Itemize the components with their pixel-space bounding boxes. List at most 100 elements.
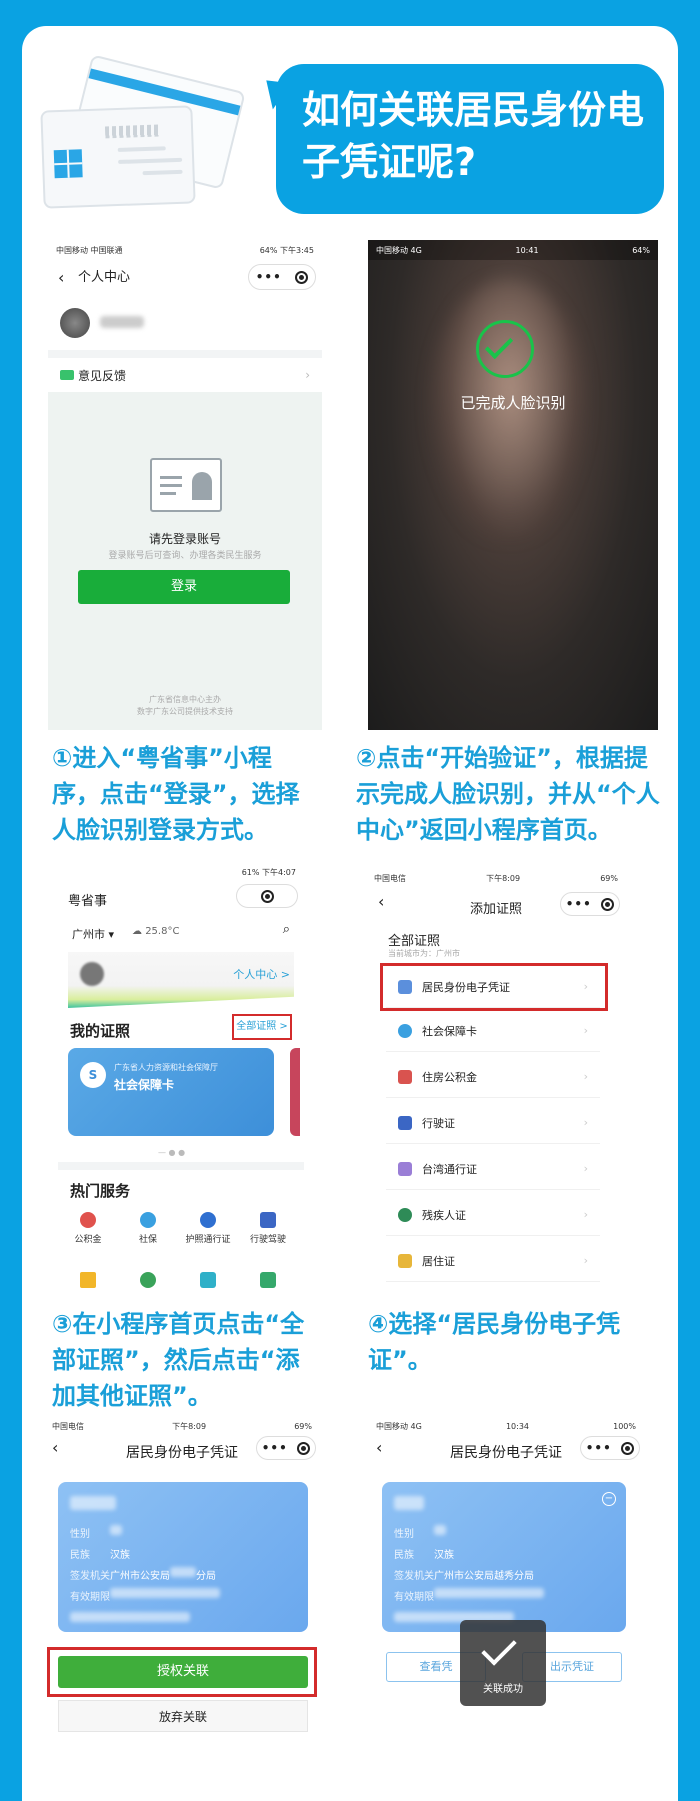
more-icon[interactable]: ••• (256, 270, 282, 284)
check-icon (481, 1630, 517, 1666)
valid-label: 有效期限 (70, 1592, 110, 1603)
status-battery-time: 64% 下午3:45 (259, 245, 314, 255)
cert-label: 台湾通行证 (422, 1162, 477, 1176)
close-mini-program-icon[interactable] (297, 1441, 311, 1455)
status-battery: 69% (294, 1421, 312, 1431)
authority-value: 广州市公安局 (110, 1571, 170, 1582)
service-icon-partial (80, 1272, 96, 1288)
social-security-card[interactable]: S 广东省人力资源和社会保障厅 社会保障卡 (68, 1048, 274, 1136)
hot-services-heading: 热门服务 (70, 1182, 131, 1200)
chevron-right-icon: › (583, 1116, 588, 1129)
screenshot-face-recognition: 中国移动 4G 10:41 64% 已完成人脸识别 (368, 240, 658, 730)
success-toast: 关联成功 (460, 1620, 546, 1706)
chevron-right-icon: › (583, 1208, 588, 1221)
more-icon[interactable]: ••• (586, 1441, 612, 1455)
status-carrier: 中国电信 (52, 1421, 84, 1431)
mini-program-capsule[interactable]: ••• (236, 884, 298, 908)
gender-label: 性别 (394, 1529, 414, 1540)
service-driving[interactable]: 行驶驾驶 (238, 1212, 298, 1245)
card-emblem-icon (53, 149, 83, 179)
cert-label: 社会保障卡 (422, 1024, 477, 1038)
service-icon-partial (260, 1272, 276, 1288)
next-card-preview[interactable] (290, 1048, 300, 1136)
status-battery: 69% (600, 873, 618, 883)
ethnicity-value: 汉族 (434, 1550, 454, 1561)
authority-label: 签发机关 (394, 1571, 434, 1582)
status-carrier: 中国移动 4G (376, 245, 422, 255)
cert-label: 居住证 (422, 1254, 455, 1268)
building-icon (398, 1253, 412, 1268)
feedback-label: 意见反馈 (78, 368, 127, 383)
cert-item-disability[interactable]: 残疾人证 › (386, 1194, 600, 1236)
avatar (60, 308, 90, 338)
status-carrier: 中国移动 中国联通 (56, 245, 123, 255)
status-time: 10:34 (505, 1421, 530, 1431)
step4-caption: ④选择“居民身份电子凭证”。 (368, 1310, 621, 1374)
cert-label: 残疾人证 (422, 1208, 466, 1222)
footer-organizer: 广东省信息中心主办 (149, 695, 221, 704)
close-mini-program-icon[interactable] (260, 889, 274, 903)
disability-icon (398, 1207, 412, 1222)
service-icon-partial (200, 1272, 216, 1288)
ethnicity-label: 民族 (394, 1550, 414, 1561)
more-icon[interactable]: ••• (566, 897, 592, 911)
close-mini-program-icon[interactable] (295, 270, 309, 284)
id-credential-card: 性别 民族 汉族 签发机关 广州市公安局 分局 有效期限 (58, 1482, 308, 1632)
collapse-icon[interactable]: − (602, 1492, 616, 1506)
username-blurred (100, 316, 144, 328)
chevron-right-icon: › (583, 1070, 588, 1083)
avatar (80, 962, 104, 986)
feedback-icon (60, 370, 74, 380)
service-icon-partial (140, 1272, 156, 1288)
authority-value: 广州市公安局越秀分局 (434, 1571, 534, 1582)
service-label: 社保 (138, 1235, 157, 1245)
service-housing-fund[interactable]: 公积金 (58, 1212, 118, 1245)
cert-item-residence-permit[interactable]: 居住证 › (386, 1240, 600, 1282)
cert-item-taiwan-pass[interactable]: 台湾通行证 › (386, 1148, 600, 1190)
screenshot-login: 中国移动 中国联通 64% 下午3:45 ‹ 个人中心 ••• 意见反馈 › 请先登… (48, 240, 322, 730)
search-icon[interactable]: ⌕ (283, 922, 290, 937)
close-mini-program-icon[interactable] (601, 897, 615, 911)
cert-item-housing-fund[interactable]: 住房公积金 › (386, 1056, 600, 1098)
status-battery: 64% (632, 245, 650, 255)
back-icon[interactable]: ‹ (58, 268, 64, 287)
status-carrier: 中国电信 (374, 873, 406, 883)
service-passport[interactable]: 护照通行证 (178, 1212, 238, 1245)
give-up-button[interactable]: 放弃关联 (58, 1700, 308, 1732)
login-subtext: 登录账号后可查询、办理各类民生服务 (108, 551, 262, 561)
mini-program-capsule[interactable]: ••• (580, 1436, 640, 1460)
more-icon[interactable]: ••• (262, 1441, 288, 1455)
card-name: 社会保障卡 (114, 1078, 175, 1092)
city-selector[interactable]: 广州市 ▾ (72, 926, 114, 942)
footer-support: 数字广东公司提供技术支持 (137, 707, 233, 716)
weather-label: ☁ 25.8°C (132, 926, 180, 937)
feedback-row[interactable]: 意见反馈 › (48, 350, 322, 392)
social-security-icon (140, 1212, 156, 1228)
nav-title: 个人中心 (78, 270, 131, 285)
all-certs-link[interactable]: 全部证照 > (232, 1014, 292, 1040)
status-battery: 100% (613, 1421, 636, 1431)
weather-temp: 25.8°C (145, 926, 180, 937)
current-city: 当前城市为：广州市 (388, 949, 460, 958)
cert-label: 行驶证 (422, 1116, 455, 1130)
social-security-logo-icon: S (80, 1062, 106, 1088)
mini-program-capsule[interactable]: ••• (560, 892, 620, 916)
close-mini-program-icon[interactable] (621, 1441, 635, 1455)
highlight-box (47, 1647, 317, 1697)
service-label: 护照通行证 (185, 1235, 231, 1245)
login-button[interactable]: 登录 (78, 570, 290, 604)
id-card-front-illustration (40, 105, 196, 209)
card-issuer: 广东省人力资源和社会保障厅 (114, 1063, 218, 1072)
cert-item-vehicle-license[interactable]: 行驶证 › (386, 1102, 600, 1144)
chevron-right-icon: › (583, 1024, 588, 1037)
step1-caption: ①进入“粤省事”小程序，点击“登录”，选择人脸识别登录方式。 (52, 744, 300, 844)
personal-center-link[interactable]: 个人中心 > (233, 966, 290, 982)
mini-program-capsule[interactable]: ••• (256, 1436, 316, 1460)
screenshot-authorize: 中国电信 下午8:09 69% ‹ 居民身份电子凭证 ••• 性别 民族 汉族 签发机… (44, 1416, 320, 1736)
highlight-box (380, 963, 608, 1011)
mini-program-capsule[interactable]: ••• (248, 264, 316, 290)
name-blurred (70, 1496, 116, 1510)
service-social-security[interactable]: 社保 (118, 1212, 178, 1245)
status-time: 下午8:09 (172, 1421, 207, 1431)
cert-item-social-security[interactable]: 社会保障卡 › (386, 1010, 600, 1052)
